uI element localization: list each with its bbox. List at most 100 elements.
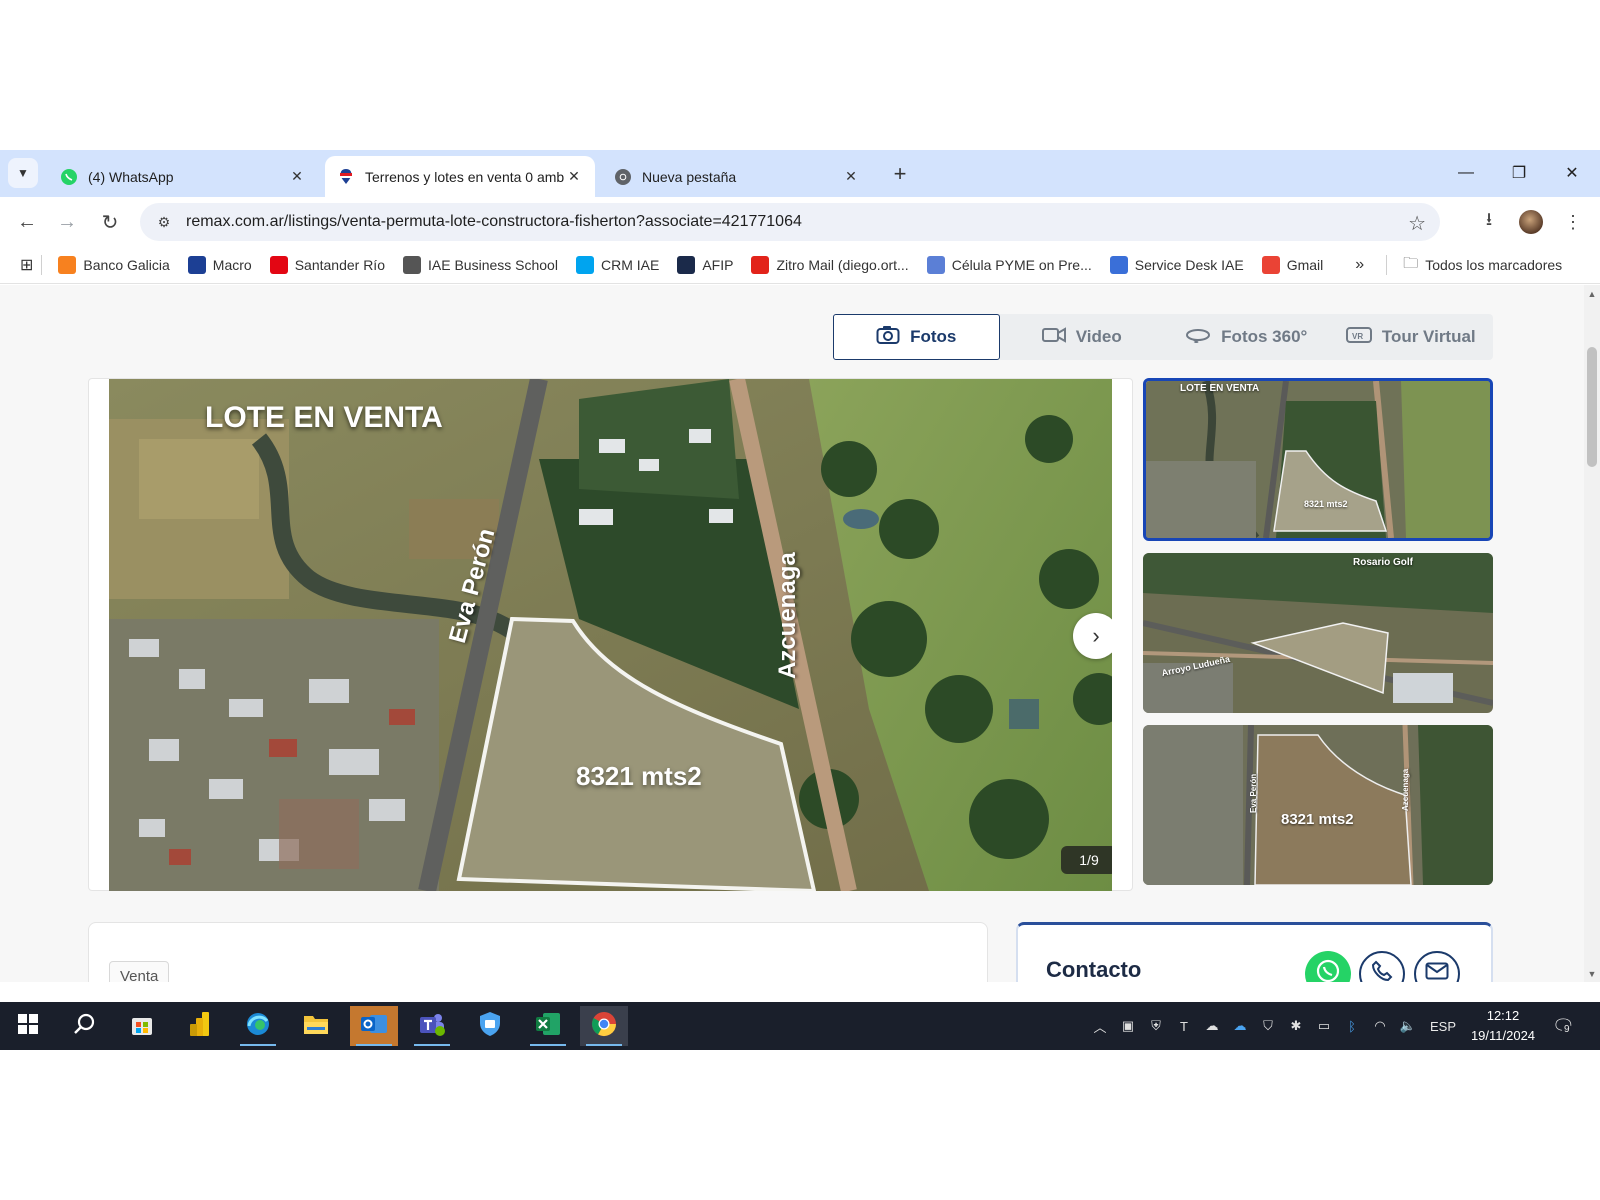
- main-photo[interactable]: LOTE EN VENTA Eva Perón Azcuenaga 8321 m…: [109, 379, 1112, 891]
- taskbar-file-explorer[interactable]: [292, 1006, 340, 1046]
- service-desk-icon: [1109, 256, 1128, 274]
- onedrive-cloud-icon[interactable]: ☁: [1228, 1014, 1252, 1038]
- scroll-down-icon[interactable]: ▼: [1587, 969, 1597, 979]
- restore-button[interactable]: ❐: [1499, 158, 1539, 188]
- page-scrollbar[interactable]: ▲ ▼: [1584, 285, 1600, 982]
- bookmark-label: AFIP: [702, 257, 734, 273]
- bookmark-label: Service Desk IAE: [1134, 257, 1244, 273]
- language-indicator[interactable]: ESP: [1430, 1019, 1456, 1034]
- tab-new-tab[interactable]: Nueva pestaña ✕: [602, 156, 872, 197]
- tab-video[interactable]: Video: [1000, 314, 1165, 360]
- bookmark-item[interactable]: AFIP: [677, 256, 733, 274]
- aerial-photo-image: [109, 379, 1112, 891]
- minimize-button[interactable]: —: [1446, 158, 1486, 188]
- tab-fotos[interactable]: Fotos: [833, 314, 1000, 360]
- menu-button[interactable]: ⋮: [1558, 207, 1588, 237]
- close-icon[interactable]: ✕: [288, 168, 306, 186]
- edge-icon: [245, 1011, 271, 1042]
- whatsapp-contact-button[interactable]: [1305, 951, 1351, 982]
- media-tabs: Fotos Video Fotos 360° VR Tour Virtual: [833, 314, 1493, 360]
- shield-icon: [478, 1011, 502, 1042]
- bookmark-item[interactable]: Gmail: [1261, 256, 1323, 274]
- taskbar-defender[interactable]: [466, 1006, 514, 1046]
- folder-icon: 🗀: [1403, 254, 1419, 272]
- taskbar-store[interactable]: [118, 1006, 166, 1046]
- address-bar[interactable]: ⚙ remax.com.ar/listings/venta-permuta-lo…: [140, 203, 1440, 241]
- bookmark-label: Macro: [212, 257, 252, 273]
- all-bookmarks-folder[interactable]: 🗀 Todos los marcadores: [1403, 253, 1562, 278]
- apps-grid-icon[interactable]: ⊞: [20, 255, 33, 275]
- security-tray-icon[interactable]: ⛨: [1144, 1014, 1168, 1038]
- thumbnail-1[interactable]: LOTE EN VENTA 8321 mts2: [1143, 378, 1493, 541]
- volume-icon[interactable]: 🔈: [1396, 1014, 1420, 1038]
- tab-tour-virtual[interactable]: VR Tour Virtual: [1329, 314, 1494, 360]
- bookmark-star-icon[interactable]: ☆: [1408, 211, 1426, 236]
- macro-icon: [187, 256, 206, 274]
- thumbnail-2[interactable]: Rosario Golf Arroyo Ludueña: [1143, 553, 1493, 713]
- bookmark-item[interactable]: Service Desk IAE: [1109, 256, 1244, 274]
- bookmark-item[interactable]: Santander Río: [269, 256, 385, 274]
- thumbnail-3[interactable]: 8321 mts2 Eva Perón Azcuenaga: [1143, 725, 1493, 885]
- bookmark-item[interactable]: IAE Business School: [403, 256, 558, 274]
- notification-center[interactable]: 🗨9: [1552, 1002, 1575, 1050]
- street-label: Azcuenaga: [774, 552, 801, 679]
- reload-button[interactable]: ↻: [95, 207, 125, 237]
- tab-fotos-360[interactable]: Fotos 360°: [1164, 314, 1329, 360]
- close-window-button[interactable]: ✕: [1552, 158, 1592, 188]
- email-contact-button[interactable]: [1414, 951, 1460, 982]
- close-icon[interactable]: ✕: [842, 168, 860, 186]
- bookmark-item[interactable]: Zitro Mail (diego.ort...: [751, 256, 909, 274]
- taskbar-power-bi[interactable]: [176, 1006, 224, 1046]
- start-button[interactable]: [4, 1006, 52, 1046]
- back-button[interactable]: ←: [12, 207, 42, 237]
- teams-tray-icon[interactable]: T: [1172, 1014, 1196, 1038]
- vpn-shield-icon[interactable]: ⛉: [1256, 1014, 1280, 1038]
- downloads-button[interactable]: ⭳: [1474, 207, 1504, 237]
- meet-now-icon[interactable]: ✱: [1284, 1014, 1308, 1038]
- battery-icon[interactable]: ▭: [1312, 1014, 1336, 1038]
- close-icon[interactable]: ✕: [565, 168, 583, 186]
- bookmarks-bar: ⊞ Banco Galicia Macro Santander Río IAE Bus…: [0, 247, 1600, 284]
- bookmark-item[interactable]: Célula PYME on Pre...: [926, 256, 1092, 274]
- phone-contact-button[interactable]: [1359, 951, 1405, 982]
- divider: [1386, 255, 1388, 275]
- wifi-icon[interactable]: ◠: [1368, 1014, 1392, 1038]
- next-photo-button[interactable]: ›: [1073, 613, 1112, 659]
- thumbnail-image: [1143, 553, 1493, 713]
- tab-remax[interactable]: Terrenos y lotes en venta 0 amb ✕: [325, 156, 595, 197]
- chevron-up-icon[interactable]: ︿: [1088, 1014, 1112, 1038]
- bookmark-item[interactable]: Banco Galicia: [58, 256, 170, 274]
- thumbnail-label: Eva Perón: [1249, 773, 1258, 813]
- download-icon: ⭳: [1485, 209, 1493, 229]
- tab-whatsapp[interactable]: (4) WhatsApp ✕: [48, 156, 318, 197]
- camera-tray-icon[interactable]: ▣: [1116, 1014, 1140, 1038]
- store-icon: [129, 1011, 155, 1042]
- phone-icon: [1371, 960, 1393, 982]
- bookmarks-more-button[interactable]: »: [1355, 256, 1364, 274]
- excel-icon: [535, 1011, 561, 1042]
- scroll-up-icon[interactable]: ▲: [1587, 289, 1597, 299]
- bluetooth-icon[interactable]: ᛒ: [1340, 1014, 1364, 1038]
- taskbar-edge[interactable]: [234, 1006, 282, 1046]
- profile-button[interactable]: [1516, 207, 1546, 237]
- taskbar-outlook[interactable]: [350, 1006, 398, 1046]
- taskbar-chrome[interactable]: [580, 1006, 628, 1046]
- page-content: Fotos Video Fotos 360° VR Tour Virtual L…: [0, 285, 1600, 982]
- taskbar-excel[interactable]: [524, 1006, 572, 1046]
- bookmark-item[interactable]: CRM IAE: [575, 256, 659, 274]
- afip-icon: [677, 256, 696, 274]
- new-tab-button[interactable]: +: [888, 161, 912, 186]
- photo-overlay-title: LOTE EN VENTA: [205, 401, 443, 434]
- arrow-left-icon: ←: [17, 210, 37, 233]
- onedrive-cloud-icon[interactable]: ☁: [1200, 1014, 1224, 1038]
- forward-button[interactable]: →: [52, 207, 82, 237]
- scroll-thumb[interactable]: [1587, 347, 1597, 467]
- search-button[interactable]: [60, 1006, 108, 1046]
- site-settings-icon[interactable]: ⚙: [152, 210, 176, 234]
- tab-search-button[interactable]: ▼: [8, 158, 38, 188]
- bookmark-item[interactable]: Macro: [187, 256, 252, 274]
- camera-icon: [876, 325, 900, 350]
- taskbar-teams[interactable]: [408, 1006, 456, 1046]
- chevron-right-icon: ›: [1092, 623, 1100, 648]
- clock[interactable]: 12:12 19/11/2024: [1458, 1006, 1548, 1046]
